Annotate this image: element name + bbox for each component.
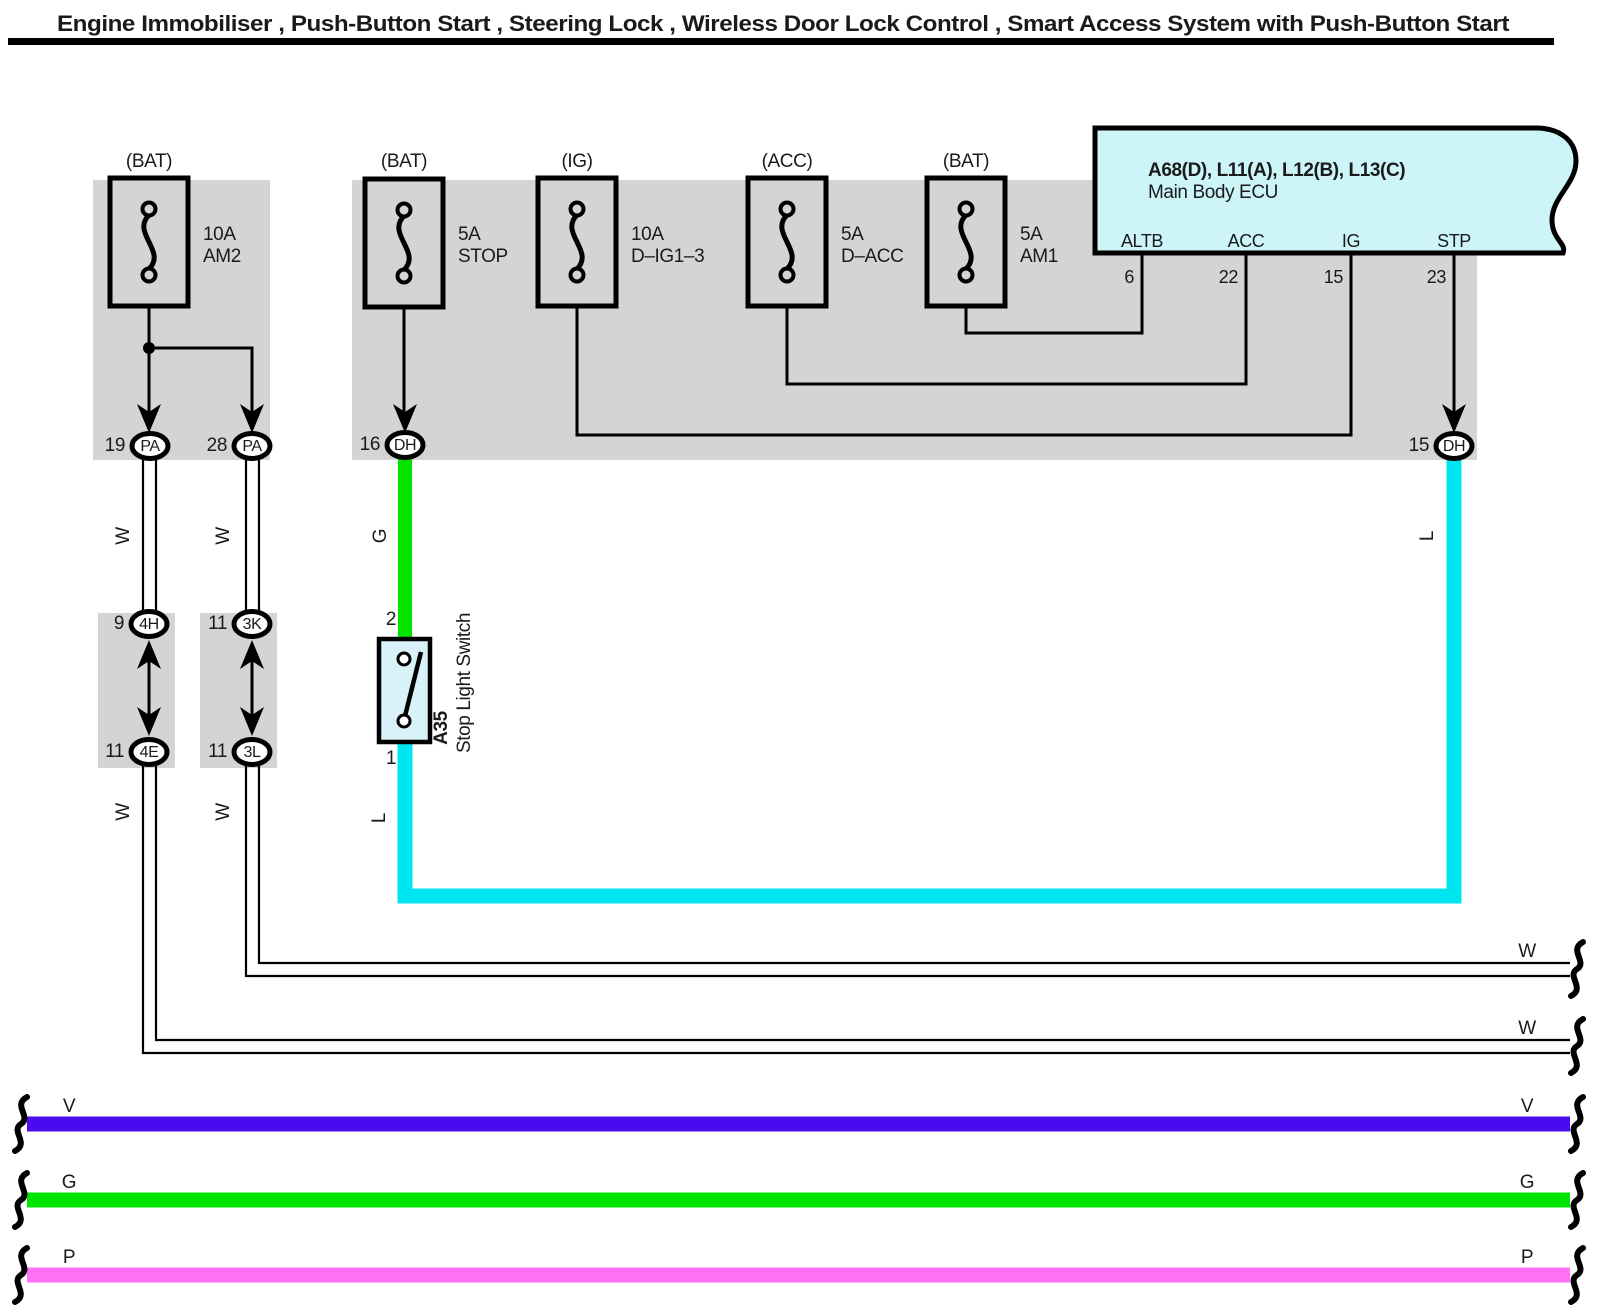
wiring-diagram-page: Engine Immobiliser , Push-Button Start ,… — [0, 0, 1613, 1313]
ecu-code-label: A68(D), L11(A), L12(B), L13(C) — [1148, 160, 1405, 181]
wire-label-w-pa19: W — [113, 527, 134, 545]
ecu-pin-stp-number: 23 — [1427, 267, 1447, 287]
connector-dh15-code: DH — [1443, 438, 1465, 455]
fuse-am1-rating: 5A — [1020, 224, 1043, 245]
connector-pa28-number: 28 — [207, 435, 227, 456]
title-underline — [8, 38, 1554, 45]
wiring-diagram-canvas: Engine Immobiliser , Push-Button Start ,… — [0, 0, 1613, 1313]
cyan-wire-switch-to-dh15 — [405, 459, 1454, 896]
ecu-pin-ig-label: IG — [1342, 231, 1360, 251]
switch-name-label: Stop Light Switch — [454, 613, 475, 753]
white-wire-pa28-3k — [246, 460, 259, 610]
break-symbol-p-right — [1571, 1248, 1583, 1302]
wire-label-w-lower-right: W — [1518, 1018, 1536, 1039]
connector-pa28-code: PA — [242, 438, 262, 455]
wire-label-l-dh15: L — [1417, 531, 1438, 541]
fuse-am2-rating: 10A — [203, 224, 236, 245]
fuse-stop-name: STOP — [458, 246, 508, 267]
fuse-am1-name: AM1 — [1020, 246, 1058, 267]
break-symbol-v-left — [15, 1097, 27, 1151]
bus-v-label-right: V — [1521, 1096, 1534, 1117]
connector-dh16-code: DH — [394, 437, 416, 454]
connector-pa19-number: 19 — [105, 435, 125, 456]
white-wires — [143, 460, 1570, 1053]
ecu-pin-altb-label: ALTB — [1121, 231, 1163, 251]
connector-ovals — [131, 433, 1472, 765]
fuse-dig13-source-label: (IG) — [561, 151, 592, 172]
connector-3k-code: 3K — [243, 616, 262, 633]
wire-label-w-4e: W — [113, 803, 134, 821]
switch-code-label: A35 — [431, 710, 452, 744]
connector-3l-number: 11 — [208, 741, 227, 762]
break-symbol-w-upper — [1571, 942, 1583, 996]
break-symbol-g-left — [15, 1173, 27, 1227]
switch-pin-top-number: 2 — [386, 609, 396, 630]
junction-dot — [143, 342, 155, 354]
connector-4h-number: 9 — [114, 613, 124, 634]
wire-label-g-switch: G — [370, 529, 391, 543]
wire-label-w-3l: W — [213, 803, 234, 821]
connector-4h-code: 4H — [139, 616, 159, 633]
fuse-dacc-rating: 5A — [841, 224, 864, 245]
bus-p-label-right: P — [1521, 1247, 1533, 1268]
fuse-am2-source-label: (BAT) — [126, 151, 172, 172]
wire-label-w-pa28: W — [213, 527, 234, 545]
connector-4e-code: 4E — [140, 744, 159, 761]
switch-contact-top — [398, 653, 410, 665]
fuse-am1-source-label: (BAT) — [943, 151, 989, 172]
connector-4e-number: 11 — [105, 741, 124, 762]
break-symbol-v-right — [1571, 1097, 1583, 1151]
ecu-pin-ig-number: 15 — [1324, 267, 1344, 287]
fuse-dig13-rating: 10A — [631, 224, 664, 245]
white-wire-3l-right — [246, 766, 1570, 976]
switch-contact-bottom — [398, 715, 410, 727]
white-wire-4e-right — [143, 766, 1570, 1053]
bus-v-label-left: V — [63, 1096, 76, 1117]
fuse-dacc-name: D–ACC — [841, 246, 903, 267]
fuse-stop-source-label: (BAT) — [381, 151, 427, 172]
bus-g-label-left: G — [62, 1172, 76, 1193]
connector-pa19-code: PA — [140, 438, 160, 455]
wire-label-l-switch: L — [369, 813, 390, 823]
white-wire-pa19-4h — [143, 460, 156, 610]
ecu-pin-altb-number: 6 — [1124, 267, 1134, 287]
break-symbol-w-lower — [1571, 1019, 1583, 1073]
ecu-pin-acc-label: ACC — [1228, 231, 1265, 251]
break-symbol-p-left — [15, 1248, 27, 1302]
ecu-name-label: Main Body ECU — [1148, 182, 1278, 203]
bus-p-label-left: P — [63, 1247, 75, 1268]
ecu-pin-stp-label: STP — [1437, 231, 1471, 251]
fuse-dacc-source-label: (ACC) — [762, 151, 813, 172]
switch-pin-bottom-number: 1 — [386, 748, 396, 769]
connector-3l-code: 3L — [244, 744, 261, 761]
bus-g-label-right: G — [1520, 1172, 1534, 1193]
ecu-pin-acc-number: 22 — [1219, 267, 1239, 287]
connector-3k-number: 11 — [208, 613, 227, 634]
wire-label-w-upper-right: W — [1518, 941, 1536, 962]
fuse-am2-name: AM2 — [203, 246, 241, 267]
page-title: Engine Immobiliser , Push-Button Start ,… — [57, 11, 1510, 36]
connector-dh16-number: 16 — [360, 434, 380, 455]
fuse-dig13-name: D–IG1–3 — [631, 246, 704, 267]
panel-fuse-am2 — [93, 180, 270, 460]
break-symbol-g-right — [1571, 1173, 1583, 1227]
connector-dh15-number: 15 — [1409, 435, 1429, 456]
fuse-stop-rating: 5A — [458, 224, 481, 245]
